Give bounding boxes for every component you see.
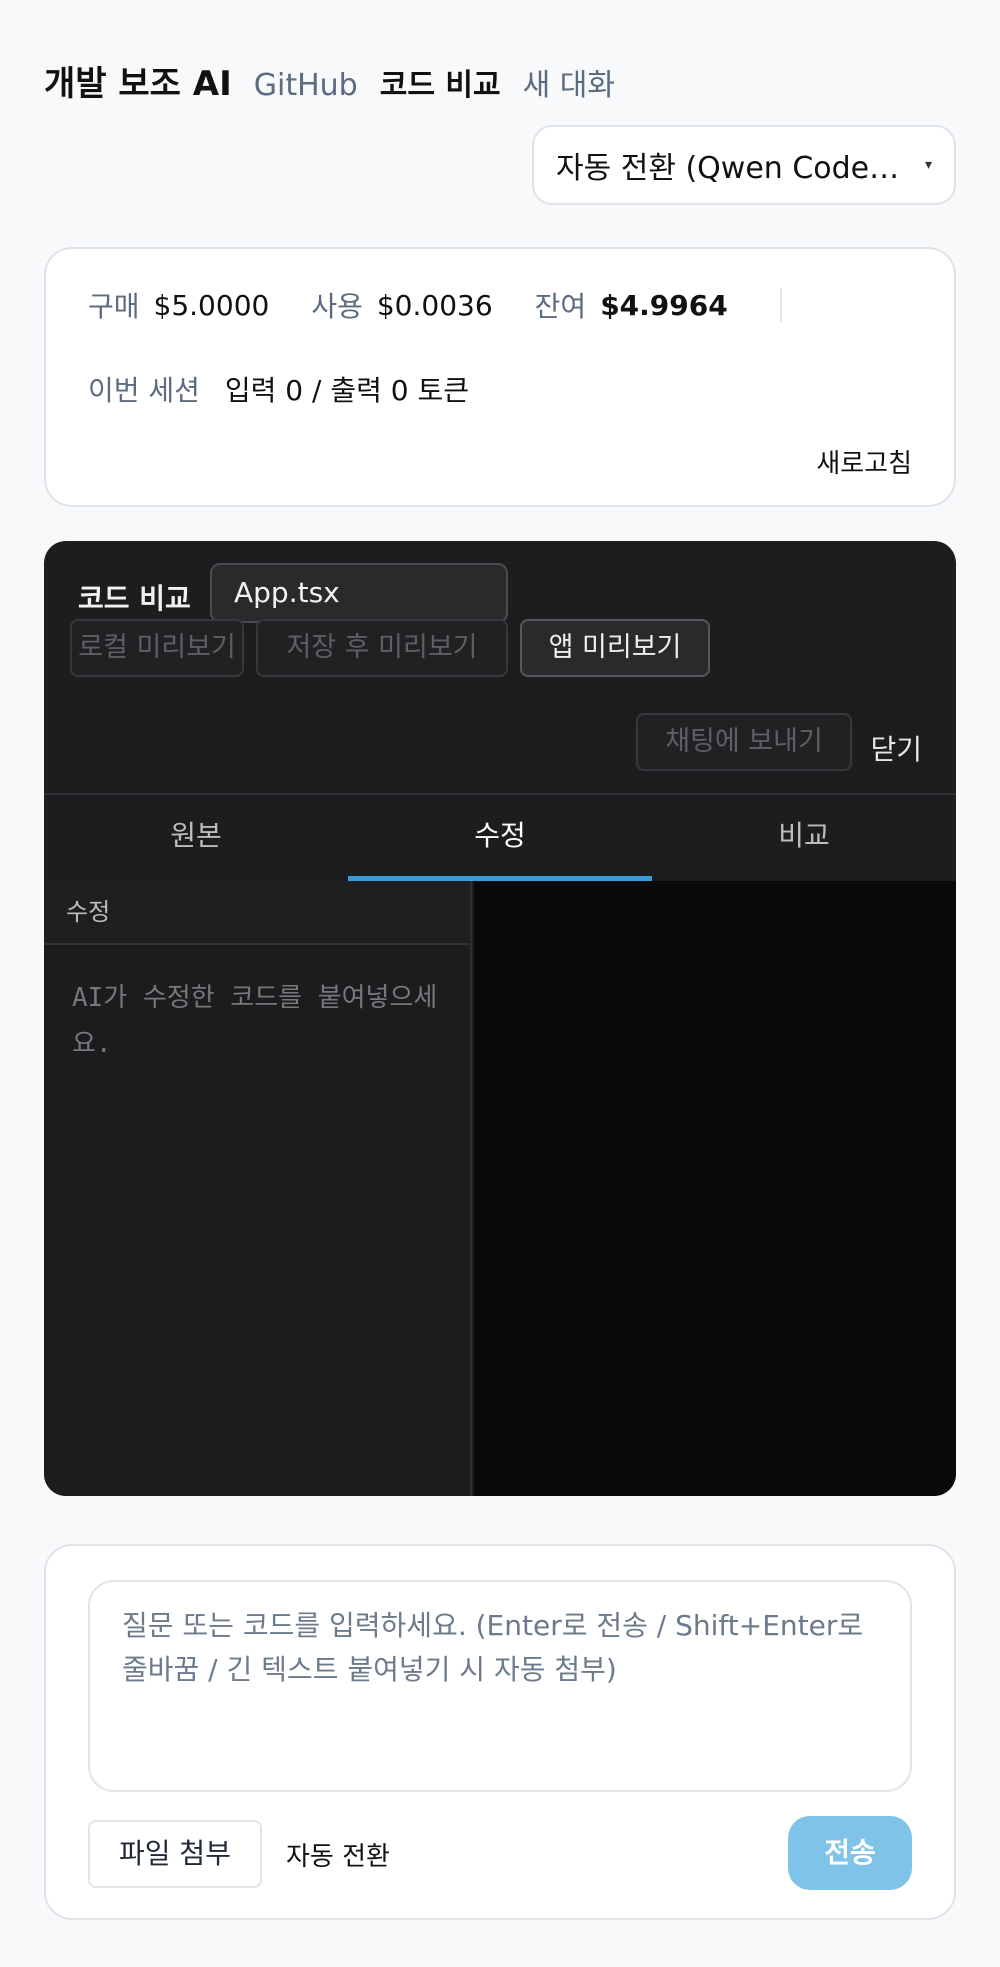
purchase-label: 구매 — [88, 290, 140, 323]
panel-title: 코드 비교 — [78, 582, 191, 615]
preview-pane — [474, 881, 956, 1496]
local-preview-button[interactable]: 로컬 미리보기 — [70, 619, 244, 677]
purchase-value: $5.0000 — [153, 288, 270, 322]
usage-summary: 구매 $5.0000 사용 $0.0036 잔여 $4.9964 — [88, 285, 782, 325]
modified-code-editor[interactable] — [44, 945, 470, 1496]
close-button[interactable]: 닫기 — [870, 728, 922, 768]
session-label: 이번 세션 — [88, 374, 200, 407]
refresh-button[interactable]: 새로고침 — [816, 443, 912, 480]
tab-diff[interactable]: 비교 — [652, 795, 956, 881]
send-to-chat-button[interactable]: 채팅에 보내기 — [636, 713, 852, 771]
used-value: $0.0036 — [376, 288, 493, 322]
file-name-input[interactable]: App.tsx — [210, 563, 508, 623]
attach-file-button[interactable]: 파일 첨부 — [88, 1820, 262, 1888]
tab-modified[interactable]: 수정 — [348, 795, 652, 881]
nav-link-code-compare[interactable]: 코드 비교 — [380, 60, 501, 104]
editor-area: 수정 — [44, 881, 956, 1496]
divider — [779, 288, 782, 322]
session-value: 입력 0 / 출력 0 토큰 — [224, 374, 469, 407]
mode-label: 자동 전환 — [286, 1842, 390, 1872]
model-select-value: 자동 전환 (Qwen Code… — [556, 151, 900, 186]
top-nav: 개발 보조 AI GitHub 코드 비교 새 대화 — [44, 56, 615, 105]
chat-composer: 파일 첨부 자동 전환 전송 — [44, 1544, 956, 1920]
pane-header: 수정 — [44, 881, 470, 945]
app-title: 개발 보조 AI — [44, 64, 232, 104]
balance-value: $4.9964 — [600, 288, 728, 322]
app-preview-button[interactable]: 앱 미리보기 — [520, 619, 710, 677]
session-usage: 이번 세션 입력 0 / 출력 0 토큰 — [88, 369, 469, 409]
model-select[interactable]: 자동 전환 (Qwen Code… ▾ — [532, 125, 956, 205]
compare-tabs: 원본 수정 비교 — [44, 793, 956, 881]
usage-card: 구매 $5.0000 사용 $0.0036 잔여 $4.9964 이번 세션 입… — [44, 247, 956, 507]
send-button[interactable]: 전송 — [788, 1816, 912, 1890]
save-preview-button[interactable]: 저장 후 미리보기 — [256, 619, 508, 677]
nav-link-new-chat[interactable]: 새 대화 — [523, 60, 615, 104]
prompt-input[interactable] — [88, 1580, 912, 1792]
modified-pane: 수정 — [44, 881, 472, 1496]
nav-link-github[interactable]: GitHub — [254, 68, 358, 103]
tab-original[interactable]: 원본 — [44, 795, 348, 881]
code-compare-panel: 코드 비교 App.tsx 로컬 미리보기 저장 후 미리보기 앱 미리보기 채… — [44, 541, 956, 1496]
chevron-down-icon: ▾ — [924, 157, 932, 173]
used-label: 사용 — [311, 290, 363, 323]
balance-label: 잔여 — [534, 290, 587, 323]
